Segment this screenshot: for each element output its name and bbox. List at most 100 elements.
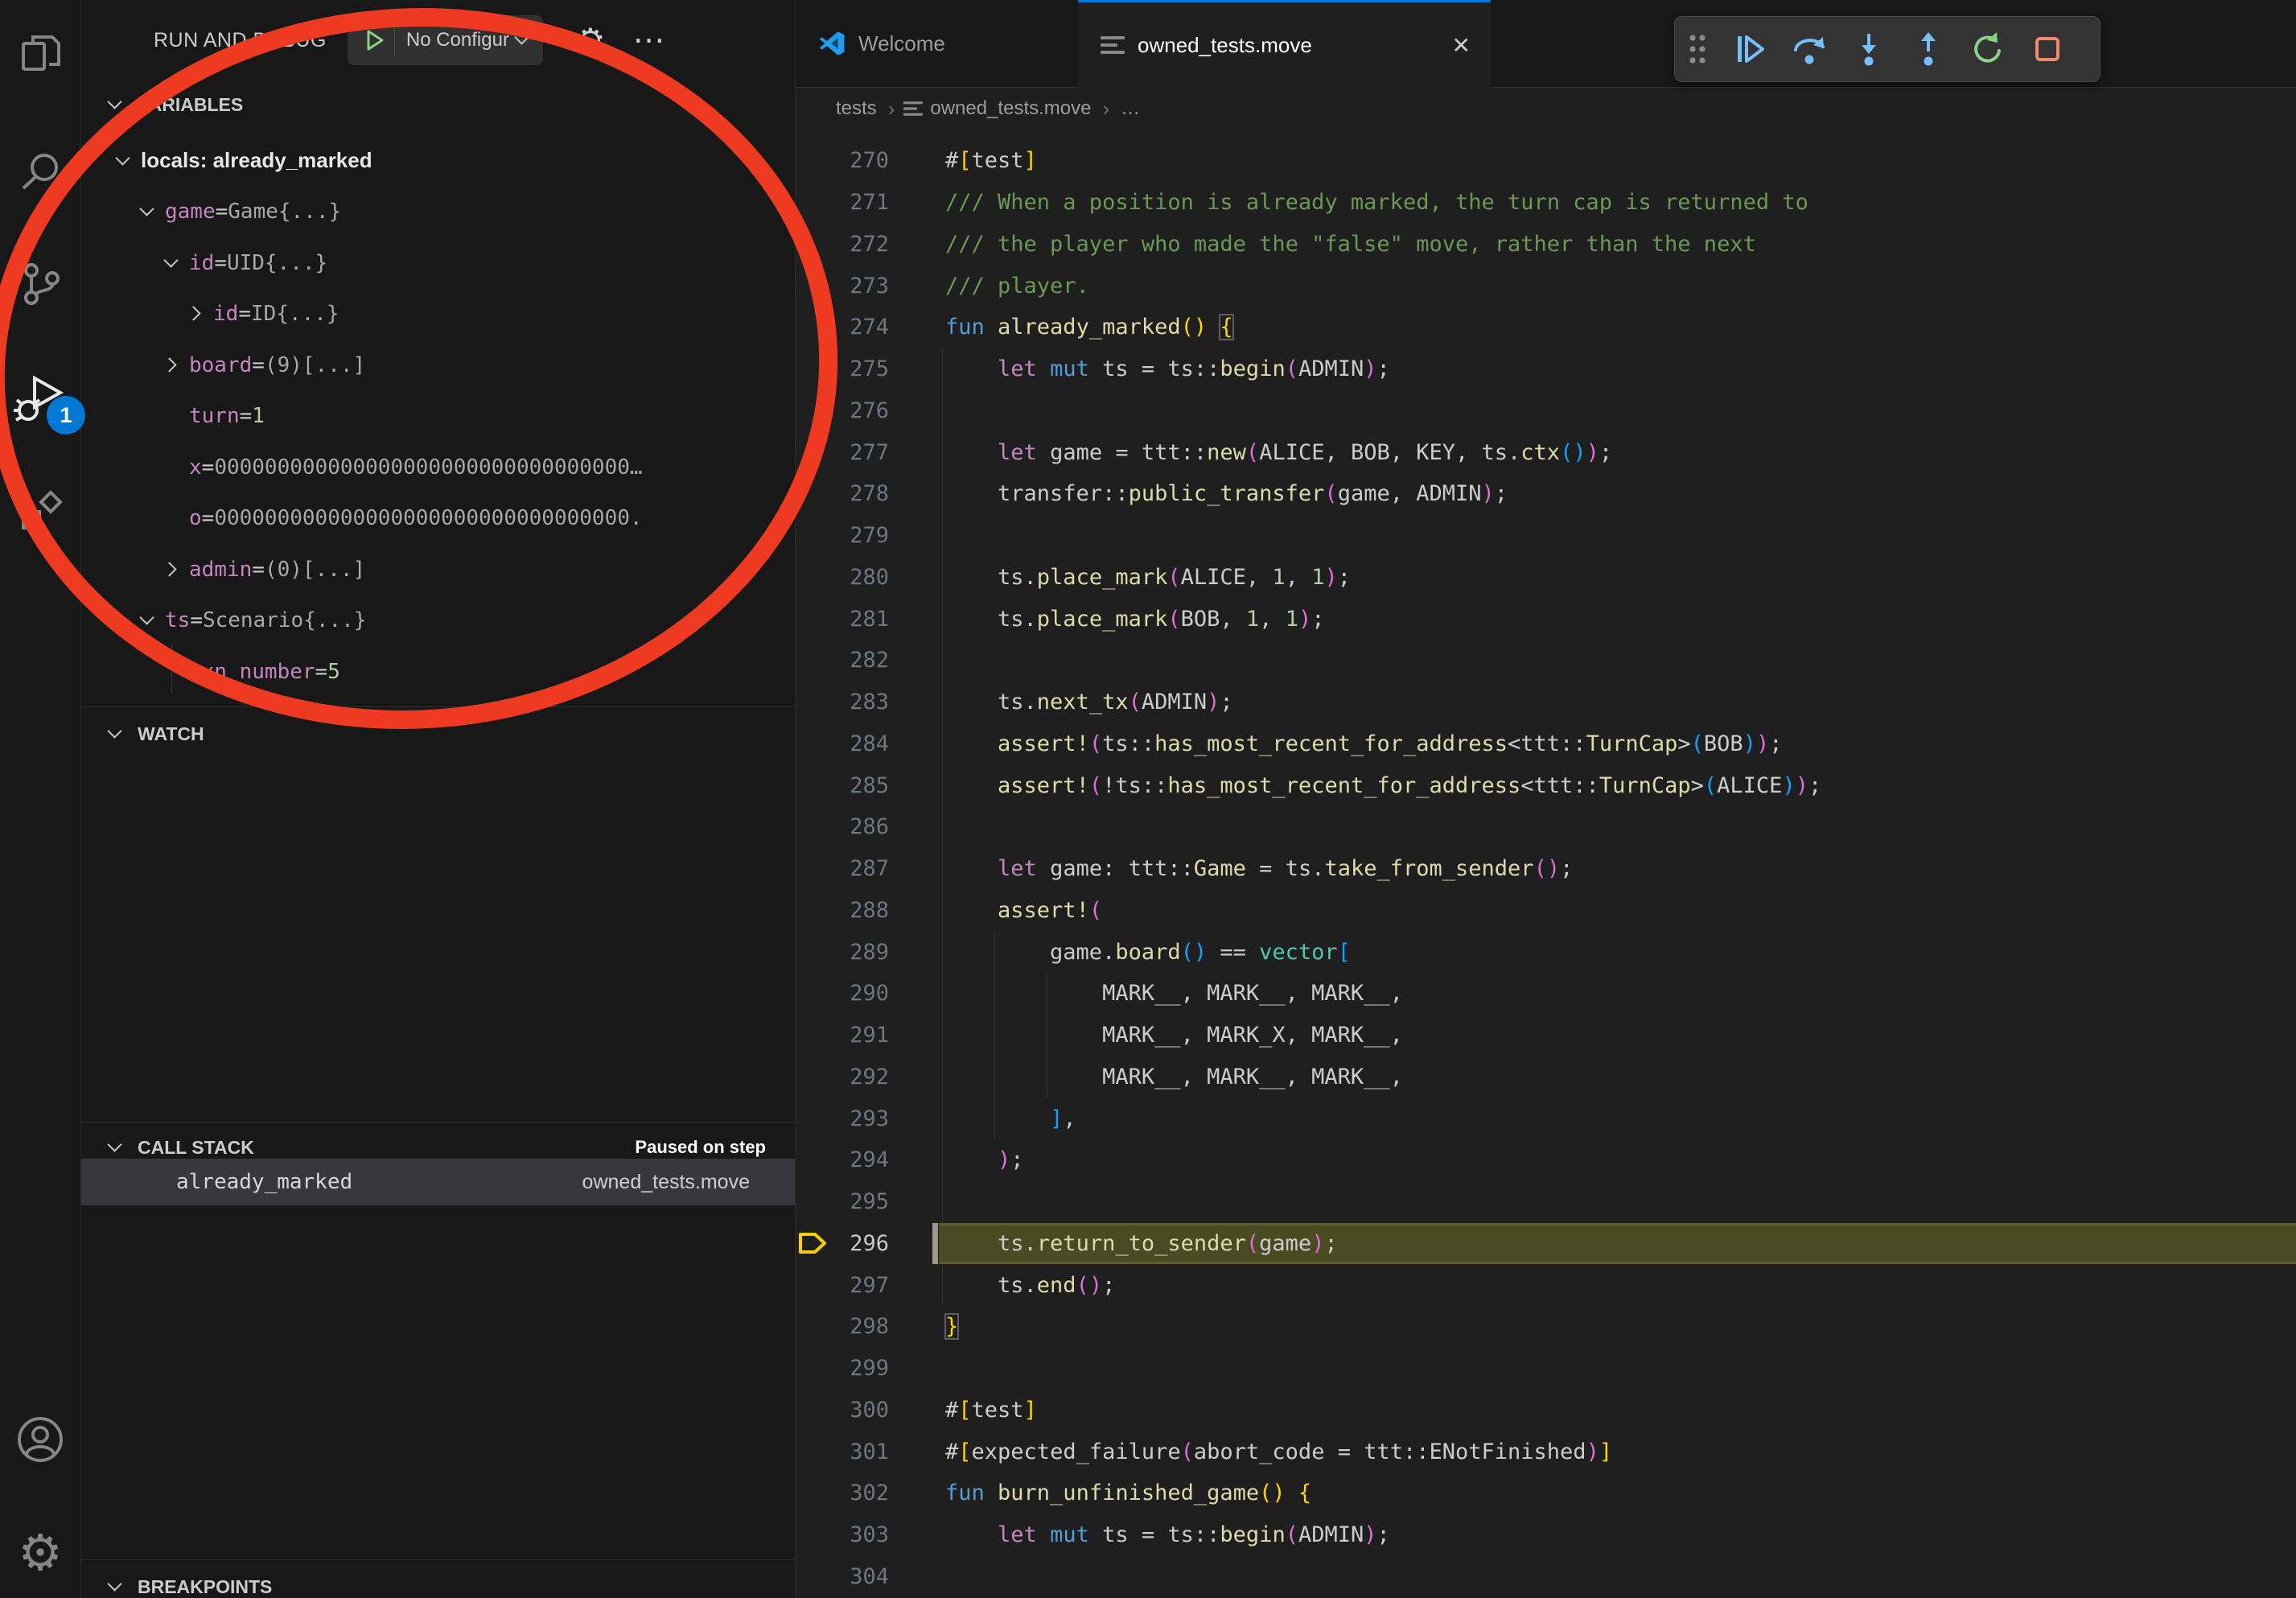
debug-settings-gear-icon[interactable]: ⚙	[575, 21, 606, 60]
explorer-icon[interactable]	[0, 8, 80, 97]
line-number[interactable]: 300	[820, 1398, 889, 1423]
variable-name: game	[165, 200, 216, 224]
variable-row[interactable]: board = (9)[...]	[81, 340, 795, 391]
run-and-debug-icon[interactable]: 1	[0, 354, 80, 443]
line-number[interactable]: 281	[820, 607, 889, 632]
line-number[interactable]: 285	[820, 773, 889, 798]
chevron-down-icon[interactable]	[138, 611, 157, 630]
variable-name: txn_number	[189, 660, 315, 684]
line-number[interactable]: 294	[820, 1147, 889, 1172]
chevron-spacer	[162, 406, 181, 426]
continue-button[interactable]	[1720, 20, 1780, 78]
extensions-icon[interactable]	[0, 467, 80, 555]
launch-config-dropdown[interactable]: No Configur	[348, 15, 543, 65]
start-debug-icon[interactable]	[362, 28, 386, 52]
step-over-button[interactable]	[1780, 20, 1839, 78]
line-number[interactable]: 286	[820, 814, 889, 839]
scope-row[interactable]: locals: already_marked	[81, 135, 795, 187]
line-number[interactable]: 303	[820, 1522, 889, 1547]
run-and-debug-sidebar: RUN AND DEBUG No Configur ⚙ ⋯ VARIABLES …	[81, 0, 796, 1598]
code-line: 304	[796, 1556, 2296, 1598]
account-icon[interactable]	[0, 1395, 80, 1484]
line-number[interactable]: 290	[820, 981, 889, 1006]
variable-row[interactable]: x = 000000000000000000000000000000000…	[81, 442, 795, 493]
search-icon[interactable]	[0, 127, 80, 216]
line-number[interactable]: 273	[820, 274, 889, 299]
line-number[interactable]: 283	[820, 690, 889, 715]
line-number[interactable]: 292	[820, 1065, 889, 1089]
code-text: );	[945, 1147, 1024, 1172]
code-line: 273/// player.	[796, 265, 2296, 307]
line-number[interactable]: 287	[820, 856, 889, 881]
editor-group: Welcome owned_tests.move ✕	[796, 0, 2296, 1598]
line-number[interactable]: 271	[820, 190, 889, 215]
code-editor[interactable]: 270#[test]271/// When a position is alre…	[796, 0, 2296, 1598]
variable-row[interactable]: id = UID{...}	[81, 237, 795, 289]
line-number[interactable]: 270	[820, 148, 889, 173]
line-number[interactable]: 304	[820, 1564, 889, 1589]
code-text: let mut ts = ts::begin(ADMIN);	[945, 1522, 1390, 1547]
line-number[interactable]: 296	[820, 1231, 889, 1256]
variable-row[interactable]: game = Game{...}	[81, 187, 795, 238]
chevron-down-icon[interactable]	[138, 202, 157, 221]
section-divider	[81, 1122, 795, 1123]
step-out-button[interactable]	[1899, 20, 1958, 78]
paused-status-badge: Paused on step	[635, 1137, 766, 1158]
chevron-right-icon[interactable]	[186, 304, 205, 323]
line-number[interactable]: 298	[820, 1314, 889, 1339]
more-actions-icon[interactable]: ⋯	[633, 22, 667, 59]
line-number[interactable]: 279	[820, 523, 889, 548]
toolbar-drag-grip[interactable]	[1675, 20, 1720, 78]
line-number[interactable]: 288	[820, 898, 889, 923]
variable-row[interactable]: txn_number = 5	[81, 646, 795, 698]
line-number[interactable]: 277	[820, 440, 889, 465]
variable-row[interactable]: ts = Scenario{...}	[81, 595, 795, 647]
variable-row[interactable]: turn = 1	[81, 391, 795, 443]
code-line: 288 assert!(	[796, 890, 2296, 932]
variables-section-header[interactable]: VARIABLES	[81, 84, 795, 126]
code-line: 272/// the player who made the "false" m…	[796, 224, 2296, 266]
variable-row[interactable]: admin = (0)[...]	[81, 544, 795, 595]
line-number[interactable]: 297	[820, 1273, 889, 1298]
line-number[interactable]: 282	[820, 648, 889, 673]
line-number[interactable]: 299	[820, 1356, 889, 1381]
variable-row[interactable]: o = 000000000000000000000000000000000.	[81, 493, 795, 545]
chevron-right-icon[interactable]	[162, 356, 181, 375]
code-text: ts.end();	[945, 1273, 1115, 1298]
chevron-down-icon[interactable]	[162, 253, 181, 273]
variable-value: Scenario{...}	[203, 608, 367, 632]
code-line: 283 ts.next_tx(ADMIN);	[796, 682, 2296, 723]
chevron-right-icon[interactable]	[162, 560, 181, 579]
variable-row[interactable]: id = ID{...}	[81, 289, 795, 340]
line-number[interactable]: 274	[820, 315, 889, 340]
watch-section-header[interactable]: WATCH	[81, 713, 795, 755]
code-line: 301#[expected_failure(abort_code = ttt::…	[796, 1431, 2296, 1472]
equals: =	[315, 660, 328, 684]
line-number[interactable]: 284	[820, 731, 889, 756]
line-number[interactable]: 293	[820, 1106, 889, 1131]
line-number[interactable]: 278	[820, 481, 889, 506]
line-number[interactable]: 301	[820, 1439, 889, 1464]
stack-frame-row[interactable]: already_marked owned_tests.move	[81, 1159, 795, 1205]
stop-button[interactable]	[2018, 20, 2077, 78]
step-into-button[interactable]	[1839, 20, 1899, 78]
line-number[interactable]: 291	[820, 1023, 889, 1048]
config-label: No Configur	[406, 29, 509, 51]
code-line: 270#[test]	[796, 140, 2296, 182]
code-line: 300#[test]	[796, 1390, 2296, 1431]
stack-frame-file: owned_tests.move	[582, 1171, 750, 1194]
code-text: let mut ts = ts::begin(ADMIN);	[945, 356, 1390, 381]
settings-gear-icon[interactable]: ⚙	[0, 1509, 80, 1598]
source-control-icon[interactable]	[0, 240, 80, 328]
line-number[interactable]: 280	[820, 565, 889, 590]
line-number[interactable]: 295	[820, 1189, 889, 1214]
chevron-down-icon[interactable]	[113, 151, 133, 171]
breakpoints-section-header[interactable]: BREAKPOINTS	[81, 1566, 795, 1598]
line-number[interactable]: 275	[820, 356, 889, 381]
line-number[interactable]: 272	[820, 232, 889, 257]
line-number[interactable]: 302	[820, 1481, 889, 1505]
line-number[interactable]: 276	[820, 398, 889, 423]
code-line: 278 transfer::public_transfer(game, ADMI…	[796, 473, 2296, 515]
line-number[interactable]: 289	[820, 940, 889, 965]
restart-button[interactable]	[1958, 20, 2018, 78]
